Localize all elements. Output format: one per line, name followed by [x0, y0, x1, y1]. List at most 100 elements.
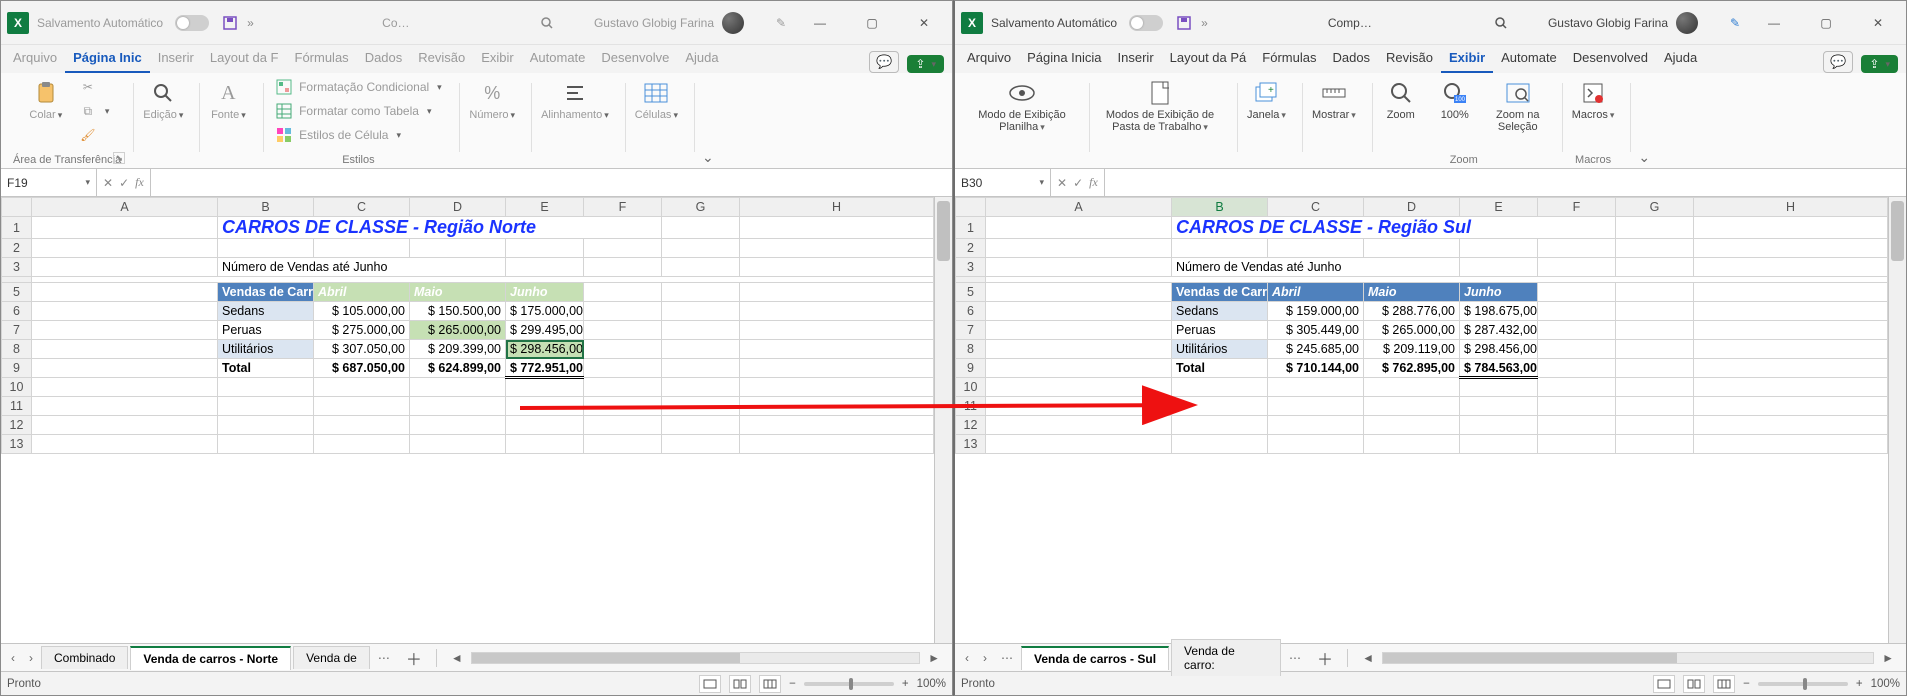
qat-more-icon[interactable]: » [1201, 16, 1208, 30]
zoom-out-button[interactable]: − [1743, 678, 1750, 690]
row-1[interactable]: 1 [956, 217, 986, 239]
row-6[interactable]: 6 [2, 302, 32, 321]
view-pagebreak-icon[interactable] [1713, 675, 1735, 693]
cell[interactable]: Total [218, 359, 314, 378]
row-10[interactable]: 10 [956, 378, 986, 397]
sheet-view-mode-button[interactable]: Modo de Exibição Planilha▾ [967, 77, 1077, 135]
row-10[interactable]: 10 [2, 378, 32, 397]
tab-automate[interactable]: Automate [1493, 46, 1565, 73]
tab-exibir[interactable]: Exibir [1441, 46, 1493, 73]
cell[interactable]: Peruas [1172, 321, 1268, 340]
cell[interactable]: $ 275.000,00 [314, 321, 410, 340]
col-C[interactable]: C [1268, 198, 1364, 217]
tab-desenvolvedor[interactable]: Desenvolve [593, 46, 677, 73]
conditional-formatting-button[interactable]: Formatação Condicional▾ [273, 77, 444, 97]
cell[interactable]: $ 298.456,00 [1460, 340, 1538, 359]
cell-selected[interactable]: $ 298.456,00 [506, 340, 584, 359]
minimize-button[interactable]: — [1752, 9, 1796, 37]
zoom-in-button[interactable]: + [1856, 678, 1863, 690]
col-D[interactable]: D [410, 198, 506, 217]
cell[interactable]: Sedans [218, 302, 314, 321]
zoom-button[interactable]: Zoom [1378, 77, 1424, 123]
share-button[interactable]: ⇪▾ [907, 55, 944, 73]
cell[interactable]: $ 287.432,00 [1460, 321, 1538, 340]
save-icon[interactable] [1175, 14, 1193, 32]
cancel-formula-icon[interactable]: ✕ [103, 176, 113, 190]
alignment-button[interactable]: Alinhamento▾ [537, 77, 613, 123]
tab-formulas[interactable]: Fórmulas [1254, 46, 1324, 73]
tab-revisao[interactable]: Revisão [410, 46, 473, 73]
cell[interactable]: $ 245.685,00 [1268, 340, 1364, 359]
zoom-value[interactable]: 100% [917, 678, 946, 690]
row-1[interactable]: 1 [2, 217, 32, 239]
clipboard-launcher[interactable]: ⬊ [113, 152, 125, 164]
tab-arquivo[interactable]: Arquivo [5, 46, 65, 73]
row-3[interactable]: 3 [2, 258, 32, 277]
cell[interactable]: $ 624.899,00 [410, 359, 506, 378]
vertical-scrollbar[interactable] [934, 197, 952, 643]
sheet-tab[interactable]: Venda de carro: [1171, 639, 1281, 676]
zoom-slider[interactable] [804, 682, 894, 686]
col-G[interactable]: G [1616, 198, 1694, 217]
copy-button[interactable]: ⧉▾ [77, 101, 112, 121]
autosave-toggle[interactable] [175, 15, 209, 31]
tab-overflow[interactable]: ⋯ [995, 651, 1019, 665]
view-normal-icon[interactable] [1653, 675, 1675, 693]
vertical-scrollbar[interactable] [1888, 197, 1906, 643]
cell[interactable]: $ 209.119,00 [1364, 340, 1460, 359]
cell[interactable]: Sedans [1172, 302, 1268, 321]
row-2[interactable]: 2 [956, 239, 986, 258]
row-8[interactable]: 8 [956, 340, 986, 359]
spreadsheet-grid[interactable]: A B C D E F G H 1CARROS DE CLASSE - Regi… [1, 197, 934, 643]
search-icon[interactable] [1492, 14, 1510, 32]
col-A[interactable]: A [986, 198, 1172, 217]
col-E[interactable]: E [1460, 198, 1538, 217]
row-12[interactable]: 12 [2, 416, 32, 435]
tab-ajuda[interactable]: Ajuda [1656, 46, 1705, 73]
cell[interactable]: $ 265.000,00 [410, 321, 506, 340]
row-11[interactable]: 11 [956, 397, 986, 416]
paste-button[interactable]: Colar▾ [23, 77, 69, 123]
tab-overflow[interactable]: ⋯ [372, 651, 396, 665]
sheet-tab[interactable]: Combinado [41, 646, 128, 669]
macros-button[interactable]: Macros▾ [1568, 77, 1619, 123]
window-button[interactable]: + Janela▾ [1243, 77, 1290, 123]
font-button[interactable]: A Fonte▾ [205, 77, 251, 123]
ribbon-collapse[interactable]: ⌄ [1630, 77, 1656, 166]
minimize-button[interactable]: — [798, 9, 842, 37]
editing-button[interactable]: Edição▾ [139, 77, 187, 123]
select-all-corner[interactable] [2, 198, 32, 217]
name-box[interactable]: B30▾ [955, 169, 1051, 196]
tab-dados[interactable]: Dados [357, 46, 411, 73]
sheet-tab-active[interactable]: Venda de carros - Norte [130, 646, 291, 670]
row-13[interactable]: 13 [956, 435, 986, 454]
cut-button[interactable]: ✂ [77, 77, 112, 97]
cell[interactable]: Utilitários [1172, 340, 1268, 359]
close-button[interactable]: ✕ [902, 9, 946, 37]
zoom-value[interactable]: 100% [1871, 678, 1900, 690]
cell[interactable]: $ 687.050,00 [314, 359, 410, 378]
col-E[interactable]: E [506, 198, 584, 217]
view-pagebreak-icon[interactable] [759, 675, 781, 693]
formula-input[interactable] [151, 169, 952, 196]
tab-nav-next[interactable]: › [977, 651, 993, 665]
row-5[interactable]: 5 [956, 283, 986, 302]
col-F[interactable]: F [584, 198, 662, 217]
zoom-selection-button[interactable]: Zoom na Seleção [1486, 77, 1550, 135]
new-sheet-button[interactable]: ＋ [1309, 646, 1341, 670]
tab-desenvolvedor[interactable]: Desenvolved [1565, 46, 1656, 73]
format-painter-button[interactable]: 🖌 [77, 125, 112, 145]
sheet-tab[interactable]: Venda de [293, 646, 370, 669]
ribbon-collapse[interactable]: ⌄ [694, 77, 720, 166]
cell[interactable]: $ 288.776,00 [1364, 302, 1460, 321]
cell[interactable]: $ 710.144,00 [1268, 359, 1364, 378]
tab-ajuda[interactable]: Ajuda [677, 46, 726, 73]
cells-button[interactable]: Células▾ [631, 77, 682, 123]
col-B[interactable]: B [1172, 198, 1268, 217]
zoom-out-button[interactable]: − [789, 678, 796, 690]
row-3[interactable]: 3 [956, 258, 986, 277]
row-5[interactable]: 5 [2, 283, 32, 302]
row-7[interactable]: 7 [956, 321, 986, 340]
row-13[interactable]: 13 [2, 435, 32, 454]
comments-icon[interactable]: 💬 [1823, 51, 1853, 73]
